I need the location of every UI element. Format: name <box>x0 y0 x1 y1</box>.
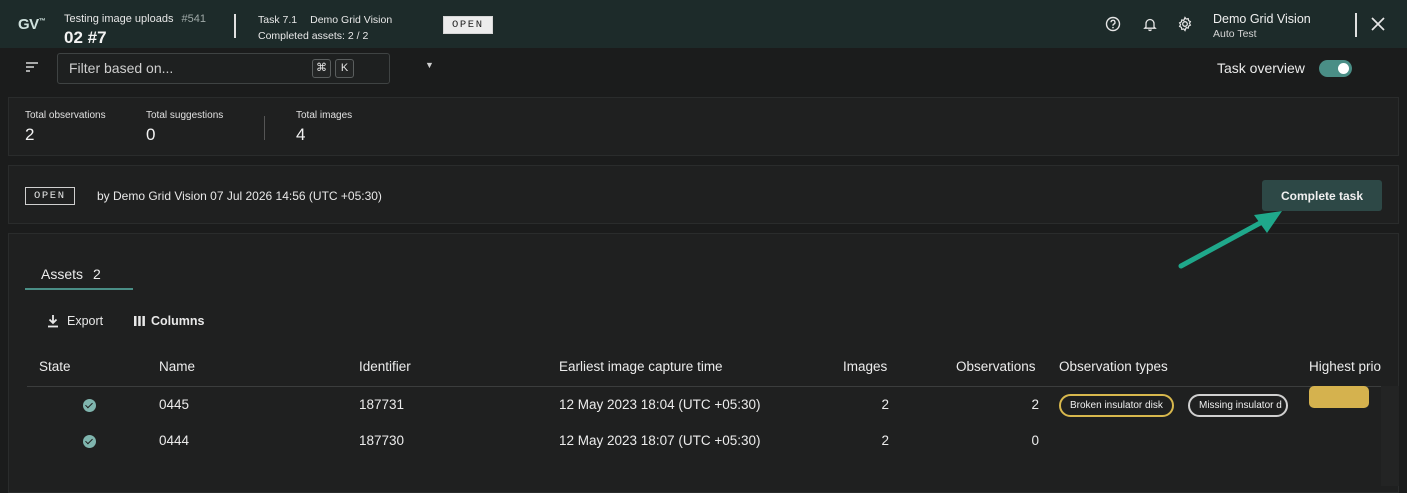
top-bar: GV™ Testing image uploads #541 02 #7 Task… <box>0 0 1407 48</box>
app-logo[interactable]: GV™ <box>18 16 46 33</box>
bell-icon[interactable] <box>1142 16 1158 32</box>
cell-name: 0445 <box>159 397 190 412</box>
task-overview-label: Task overview <box>1217 60 1305 76</box>
observation-type-chip[interactable]: Broken insulator disk <box>1059 394 1174 417</box>
header-divider <box>234 14 236 38</box>
columns-icon <box>134 316 145 326</box>
stat-total-images: Total images 4 <box>296 110 352 145</box>
cell-identifier: 187730 <box>359 433 405 448</box>
stat-label: Total images <box>296 110 353 121</box>
cell-images: 2 <box>881 397 889 412</box>
task-overview-toggle[interactable] <box>1319 60 1352 77</box>
logo-mark: ™ <box>38 18 46 25</box>
project-id: 02 #7 <box>64 28 107 47</box>
user-role: Auto Test <box>1213 28 1257 40</box>
tab-assets[interactable]: Assets 2 <box>25 258 133 290</box>
cell-observations: 0 <box>1031 433 1039 448</box>
close-icon[interactable] <box>1369 15 1387 33</box>
stat-value: 0 <box>146 125 156 144</box>
task-label: Task 7.1 <box>258 14 298 26</box>
state-check-icon <box>83 435 96 448</box>
header-divider-right <box>1355 13 1357 37</box>
pointer-arrow-icon <box>1178 211 1282 269</box>
highest-priority-badge <box>1309 386 1369 408</box>
state-check-icon <box>83 399 96 412</box>
gear-icon[interactable] <box>1177 16 1193 32</box>
export-button[interactable]: Export <box>47 314 103 328</box>
columns-button[interactable]: Columns <box>134 314 204 328</box>
user-name: Demo Grid Vision <box>1213 12 1311 26</box>
completed-assets: Completed assets: 2 / 2 <box>258 30 369 42</box>
column-header-observation-types[interactable]: Observation types <box>1059 359 1168 374</box>
columns-label: Columns <box>151 314 205 328</box>
observation-type-chip[interactable]: Missing insulator d <box>1188 394 1288 417</box>
cell-identifier: 187731 <box>359 397 405 412</box>
column-header-images[interactable]: Images <box>843 359 887 374</box>
status-badge: OPEN <box>443 16 493 34</box>
task-status-text: by Demo Grid Vision 07 Jul 2026 14:56 (U… <box>97 189 382 203</box>
column-header-identifier[interactable]: Identifier <box>359 359 411 374</box>
shortcut-cmd-key: ⌘ <box>312 59 331 78</box>
stat-value: 4 <box>296 125 306 144</box>
filter-bar[interactable]: ⌘ K ▼ <box>57 53 434 84</box>
task-info: Task 7.1 Demo Grid Vision Completed asset… <box>258 12 392 44</box>
tab-count: 2 <box>93 266 101 282</box>
stat-total-suggestions: Total suggestions 0 <box>146 110 223 145</box>
column-header-capture-time[interactable]: Earliest image capture time <box>559 359 723 374</box>
shortcut-k-key: K <box>335 59 354 78</box>
help-icon[interactable] <box>1105 16 1121 32</box>
stat-value: 2 <box>25 125 35 144</box>
download-icon <box>48 315 58 328</box>
stats-divider <box>264 116 265 140</box>
filter-input[interactable] <box>69 60 299 76</box>
project-number: #541 <box>181 13 206 25</box>
cell-images: 2 <box>881 433 889 448</box>
cell-name: 0444 <box>159 433 190 448</box>
cell-capture-time: 12 May 2023 18:04 (UTC +05:30) <box>559 397 761 412</box>
table-header-divider <box>27 386 1383 387</box>
stat-label: Total observations <box>25 110 106 121</box>
cell-observations: 2 <box>1031 397 1039 412</box>
export-label: Export <box>67 314 104 328</box>
chevron-down-icon[interactable]: ▼ <box>425 60 434 70</box>
project-name: Testing image uploads <box>64 13 174 25</box>
column-header-observations[interactable]: Observations <box>956 359 1036 374</box>
column-header-highest-priority[interactable]: Highest prio <box>1309 359 1383 374</box>
stats-panel: Total observations 2 Total suggestions 0… <box>8 97 1399 156</box>
tab-label: Assets <box>41 266 84 282</box>
logo-text: GV <box>18 16 39 33</box>
table-scroll-gutter <box>1381 386 1399 486</box>
toggle-knob <box>1338 63 1349 74</box>
column-header-name[interactable]: Name <box>159 359 195 374</box>
column-header-state[interactable]: State <box>39 359 71 374</box>
user-menu[interactable]: Demo Grid Vision Auto Test <box>1213 12 1311 40</box>
project-info: Testing image uploads #541 02 #7 <box>64 9 206 48</box>
cell-capture-time: 12 May 2023 18:07 (UTC +05:30) <box>559 433 761 448</box>
sort-filter-icon[interactable] <box>25 61 39 73</box>
task-status-badge: OPEN <box>25 187 75 205</box>
stat-label: Total suggestions <box>146 110 224 121</box>
stat-total-observations: Total observations 2 <box>25 110 106 145</box>
task-name: Demo Grid Vision <box>310 14 393 26</box>
